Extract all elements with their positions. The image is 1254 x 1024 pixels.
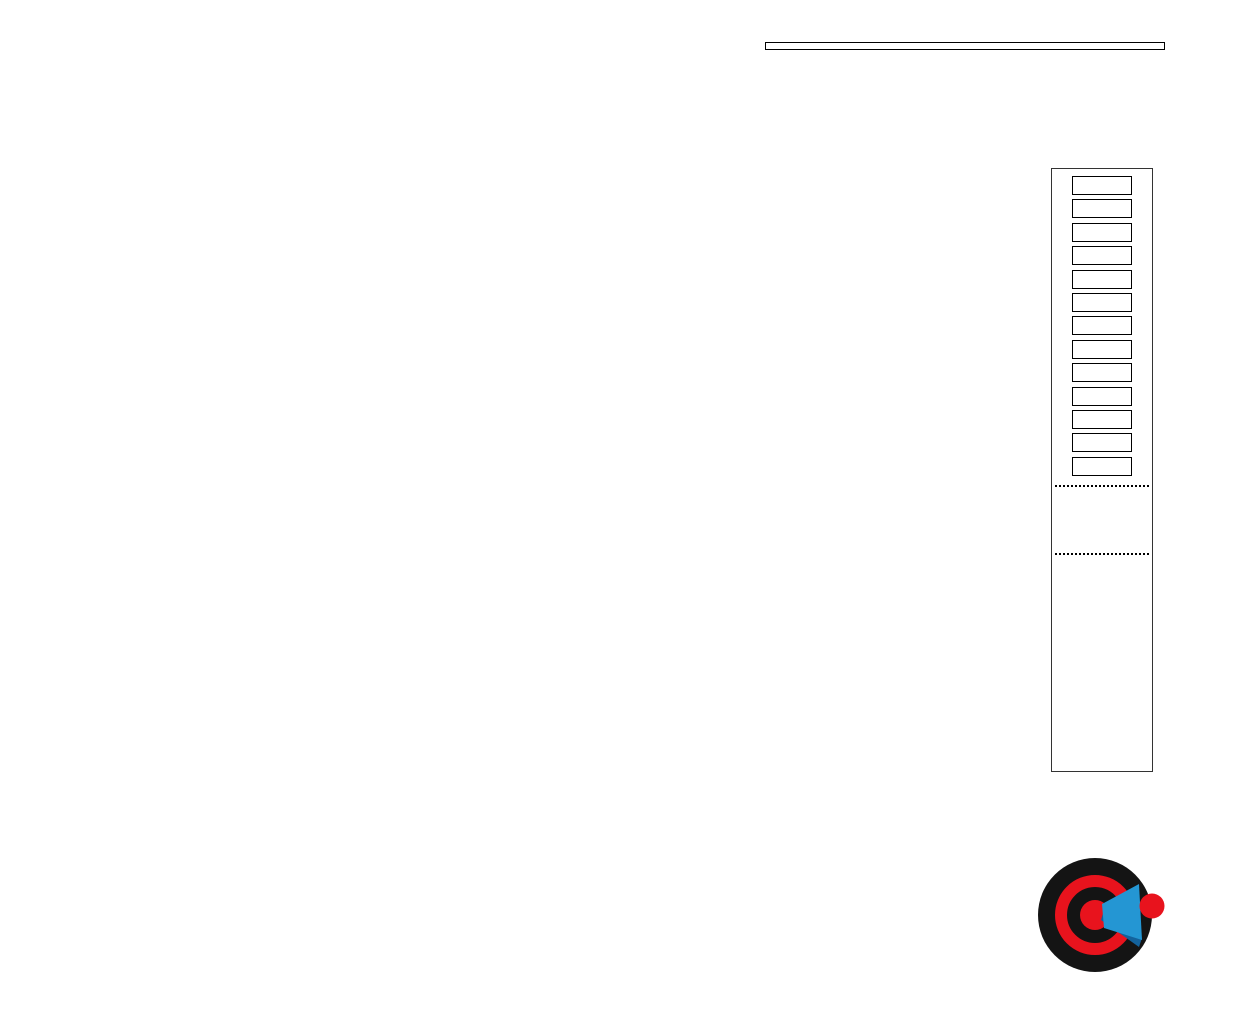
questionnaire-size-50plus xyxy=(1103,514,1150,546)
legend-chip-VI xyxy=(1072,363,1132,382)
legend-chip-IV xyxy=(1072,270,1132,289)
legend-chip-V xyxy=(1072,316,1132,335)
legend-chip-II xyxy=(1072,199,1132,218)
legend-chip-VII-VIII xyxy=(1072,433,1132,452)
legend-separator-2 xyxy=(1055,553,1149,555)
haisentitoilterremoto-watermark xyxy=(0,0,1165,972)
legend-panel xyxy=(1051,168,1153,772)
earthquake-info-box xyxy=(765,42,1165,50)
macroseismic-map xyxy=(0,0,1254,1024)
legend-chip-III xyxy=(1072,223,1132,242)
legend-chip-IV-V xyxy=(1072,293,1132,312)
legend-separator-1 xyxy=(1055,485,1149,487)
legend-chip-V-VI xyxy=(1072,340,1132,359)
legend-chip-VI-VII xyxy=(1072,387,1132,406)
watermark-question-badge xyxy=(1140,894,1165,919)
questionnaire-size-10-49 xyxy=(1054,520,1101,546)
legend-chip-VII xyxy=(1072,410,1132,429)
questionnaire-size-3-9 xyxy=(1103,493,1150,511)
questionnaire-size-1-2 xyxy=(1054,497,1101,511)
epicenter-legend-star-icon xyxy=(1087,561,1117,589)
legend-chip-na xyxy=(1072,176,1132,195)
legend-chip-III-IV xyxy=(1072,246,1132,265)
legend-chip-VIII xyxy=(1072,457,1132,476)
